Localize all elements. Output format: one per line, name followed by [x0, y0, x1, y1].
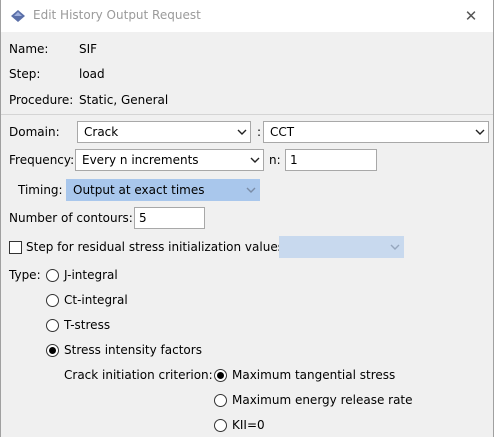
type-radio-stress-intensity-factors[interactable]	[46, 344, 59, 357]
frequency-dropdown[interactable]: Every n increments	[75, 149, 264, 171]
criterion-radio-kii-zero[interactable]	[214, 419, 227, 432]
procedure-value: Static, General	[79, 93, 169, 107]
criterion-option-label: KII=0	[232, 418, 265, 432]
residual-stress-checkbox[interactable]	[9, 241, 22, 254]
name-label: Name:	[9, 42, 49, 56]
domain-separator: :	[257, 125, 262, 139]
timing-dropdown-value: Output at exact times	[73, 183, 205, 197]
timing-dropdown[interactable]: Output at exact times	[66, 179, 260, 201]
window-title: Edit History Output Request	[33, 8, 201, 22]
type-option-label: Ct-integral	[64, 293, 128, 307]
criterion-radio-max-energy-release-rate[interactable]	[214, 394, 227, 407]
frequency-label: Frequency:	[9, 153, 75, 167]
type-option-label: J-integral	[64, 268, 118, 282]
domain-sub-dropdown[interactable]: CCT	[263, 121, 489, 143]
domain-dropdown[interactable]: Crack	[77, 121, 251, 143]
chevron-down-icon[interactable]	[243, 180, 259, 200]
frequency-dropdown-value: Every n increments	[82, 153, 199, 167]
criterion-option-label: Maximum tangential stress	[232, 368, 396, 382]
type-radio-t-stress[interactable]	[46, 319, 59, 332]
type-label: Type:	[9, 268, 41, 282]
criterion-radio-max-tangential-stress[interactable]	[214, 369, 227, 382]
n-input[interactable]: 1	[285, 149, 377, 171]
chevron-down-icon[interactable]	[234, 122, 250, 142]
procedure-label: Procedure:	[9, 93, 74, 107]
close-button[interactable]: ✕	[457, 4, 485, 28]
type-option-label: T-stress	[64, 318, 111, 332]
domain-label: Domain:	[9, 125, 60, 139]
chevron-down-icon[interactable]	[472, 122, 488, 142]
type-option-label: Stress intensity factors	[64, 343, 202, 357]
diamond-app-icon	[11, 10, 25, 22]
type-radio-ct-integral[interactable]	[46, 294, 59, 307]
step-label: Step:	[9, 67, 41, 81]
edit-history-output-dialog: Edit History Output Request ✕ Name: SIF …	[0, 0, 494, 437]
timing-label: Timing:	[18, 183, 63, 197]
residual-step-dropdown[interactable]	[279, 236, 404, 258]
contours-label: Number of contours:	[9, 211, 133, 225]
name-value: SIF	[79, 42, 98, 56]
separator	[1, 114, 493, 115]
criterion-label: Crack initiation criterion:	[64, 368, 213, 382]
type-radio-j-integral[interactable]	[46, 269, 59, 282]
n-label: n:	[269, 153, 281, 167]
title-bar: Edit History Output Request ✕	[1, 0, 493, 32]
chevron-down-icon[interactable]	[247, 150, 263, 170]
criterion-option-label: Maximum energy release rate	[232, 393, 413, 407]
step-value: load	[79, 67, 105, 81]
contours-input[interactable]: 5	[134, 207, 205, 229]
residual-stress-label: Step for residual stress initialization …	[26, 240, 289, 254]
domain-dropdown-value: Crack	[84, 125, 119, 139]
domain-sub-dropdown-value: CCT	[270, 125, 295, 139]
chevron-down-icon[interactable]	[387, 237, 403, 257]
